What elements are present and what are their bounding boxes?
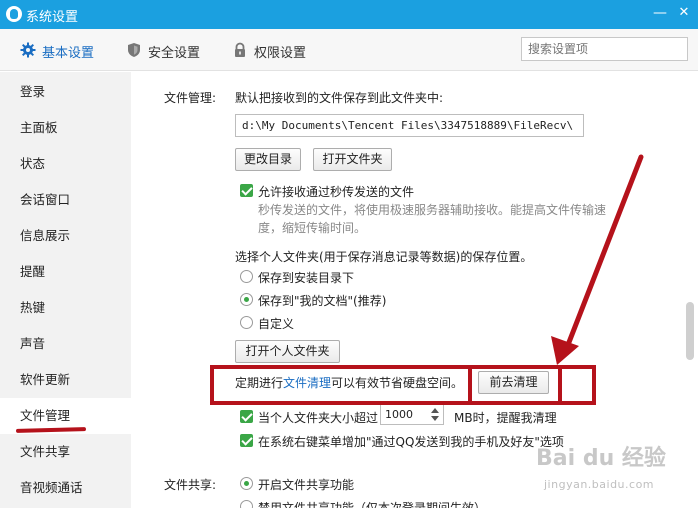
- watermark-logo: Bai du 经验: [536, 446, 666, 471]
- annotation-arrow: [551, 154, 644, 365]
- watermark-url: jingyan.baidu.com: [544, 478, 655, 491]
- baidu-watermark: Bai du 经验 jingyan.baidu.com: [536, 440, 686, 496]
